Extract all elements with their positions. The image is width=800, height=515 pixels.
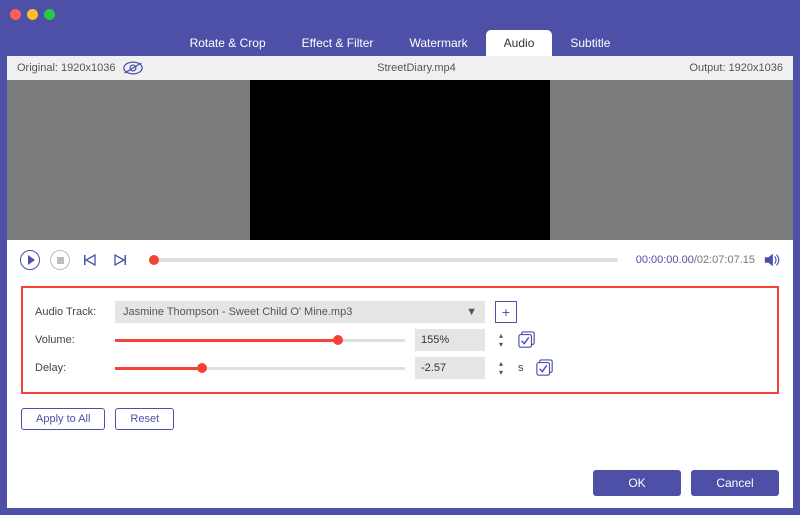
stop-button[interactable] [49,249,71,271]
volume-label: Volume: [35,334,105,346]
maximize-icon[interactable] [44,9,55,20]
current-time-label: 00:00:00.00 [636,254,694,266]
reset-button[interactable]: Reset [115,408,174,430]
tabs-bar: Rotate & Crop Effect & Filter Watermark … [0,28,800,56]
add-audio-track-button[interactable]: + [495,301,517,323]
preview-toggle-icon[interactable] [123,61,143,75]
audio-track-label: Audio Track: [35,306,105,318]
preview-video-area[interactable] [250,80,550,240]
playback-controls: 00:00:00.00/02:07:07.15 [7,240,793,280]
volume-step-down[interactable]: ▾ [494,341,508,349]
titlebar [0,0,800,28]
tab-audio[interactable]: Audio [486,30,553,56]
delay-slider[interactable] [115,367,405,370]
tab-rotate-crop[interactable]: Rotate & Crop [172,30,284,56]
ok-button[interactable]: OK [593,470,681,496]
delay-step-down[interactable]: ▾ [494,369,508,377]
secondary-actions: Apply to All Reset [7,404,793,430]
volume-step-up[interactable]: ▴ [494,332,508,340]
volume-stepper[interactable]: ▴ ▾ [494,329,508,351]
minimize-icon[interactable] [27,9,38,20]
timeline-thumb[interactable] [149,255,159,265]
tab-subtitle[interactable]: Subtitle [552,30,628,56]
delay-slider-thumb[interactable] [197,363,207,373]
audio-settings-panel: Audio Track: Jasmine Thompson - Sweet Ch… [21,286,779,394]
apply-to-all-button[interactable]: Apply to All [21,408,105,430]
apply-delay-icon[interactable] [536,359,554,377]
delay-label: Delay: [35,362,105,374]
chevron-down-icon: ▼ [466,306,477,318]
preview-left-pad [7,80,250,240]
preview-right-pad [550,80,793,240]
volume-value-field[interactable]: 155% [415,329,485,351]
delay-stepper[interactable]: ▴ ▾ [494,357,508,379]
delay-value-field[interactable]: -2.57 [415,357,485,379]
volume-slider-thumb[interactable] [333,335,343,345]
total-time-label: /02:07:07.15 [694,254,755,266]
filename-label: StreetDiary.mp4 [143,62,689,74]
close-icon[interactable] [10,9,21,20]
audio-track-dropdown[interactable]: Jasmine Thompson - Sweet Child O' Mine.m… [115,301,485,323]
content-area: Original: 1920x1036 StreetDiary.mp4 Outp… [7,56,793,508]
apply-volume-icon[interactable] [518,331,536,349]
audio-track-value: Jasmine Thompson - Sweet Child O' Mine.m… [123,306,352,318]
prev-frame-button[interactable] [79,249,101,271]
delay-unit-label: s [518,362,526,374]
original-dimensions-label: Original: 1920x1036 [17,62,115,74]
tab-watermark[interactable]: Watermark [391,30,485,56]
delay-step-up[interactable]: ▴ [494,360,508,368]
video-preview [7,80,793,240]
info-bar: Original: 1920x1036 StreetDiary.mp4 Outp… [7,56,793,80]
app-window: Rotate & Crop Effect & Filter Watermark … [0,0,800,515]
next-frame-button[interactable] [109,249,131,271]
volume-icon[interactable] [763,251,781,269]
tab-effect-filter[interactable]: Effect & Filter [284,30,392,56]
timeline-slider[interactable] [149,258,618,262]
volume-slider[interactable] [115,339,405,342]
cancel-button[interactable]: Cancel [691,470,779,496]
play-button[interactable] [19,249,41,271]
output-dimensions-label: Output: 1920x1036 [689,62,783,74]
dialog-footer: OK Cancel [593,470,779,496]
